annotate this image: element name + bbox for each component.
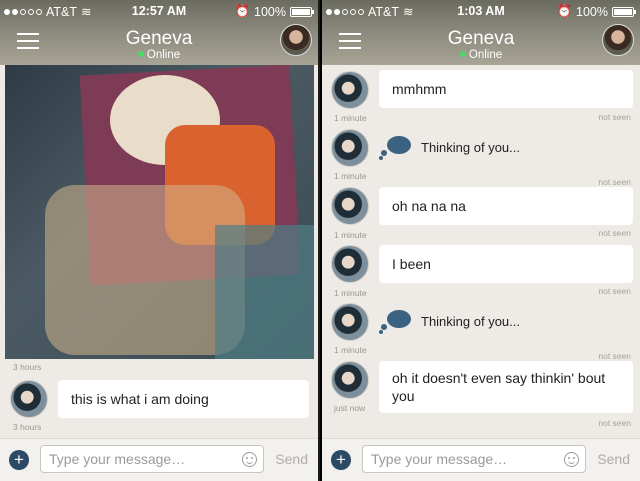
sender-avatar[interactable] — [331, 245, 369, 283]
thought-cloud-icon — [379, 308, 411, 334]
add-attachment-button[interactable]: + — [331, 450, 351, 470]
contact-name: Geneva — [447, 28, 515, 49]
message-bubble[interactable]: I been — [379, 245, 633, 283]
message-timestamp: 1 minute — [334, 171, 367, 181]
read-status: not seen — [598, 286, 631, 296]
online-dot-icon — [137, 51, 144, 57]
send-button[interactable]: Send — [597, 451, 630, 467]
contact-avatar[interactable] — [602, 24, 634, 56]
message-timestamp: 1 minute — [334, 345, 367, 355]
read-status: not seen — [598, 112, 631, 122]
battery-icon — [612, 6, 636, 17]
sender-avatar[interactable] — [331, 129, 369, 167]
thought-cloud-icon — [379, 134, 411, 160]
message-timestamp: 1 minute — [334, 113, 367, 123]
message-bubble[interactable]: oh na na na — [379, 187, 633, 225]
contact-name: Geneva — [125, 28, 193, 49]
message-composer: + Type your message… Send — [322, 438, 640, 481]
chat-header: AT&T ≋ 1:03 AM ⏰ 100% Geneva Online — [322, 0, 640, 65]
message-text: I been — [392, 256, 431, 272]
thinking-message[interactable]: Thinking of you... — [379, 308, 520, 334]
phone-screen-left: AT&T ≋ 12:57 AM ⏰ 100% Geneva Online 3 h… — [0, 0, 318, 481]
emoji-icon[interactable] — [564, 452, 579, 467]
battery-percent: 100% — [576, 4, 608, 19]
message-text: oh na na na — [392, 198, 466, 214]
phone-screen-right: AT&T ≋ 1:03 AM ⏰ 100% Geneva Online mmhm… — [322, 0, 640, 481]
battery-icon — [290, 6, 314, 17]
thinking-message[interactable]: Thinking of you... — [379, 134, 520, 160]
comparison-stage: AT&T ≋ 12:57 AM ⏰ 100% Geneva Online 3 h… — [0, 0, 640, 481]
status-right: ⏰ 100% — [234, 4, 314, 19]
read-status: not seen — [598, 351, 631, 361]
read-status: not seen — [598, 418, 631, 428]
message-composer: + Type your message… Send — [0, 438, 318, 481]
send-button[interactable]: Send — [275, 451, 308, 467]
message-timestamp: 1 minute — [334, 288, 367, 298]
shared-photo[interactable] — [5, 65, 314, 359]
message-text: oh it doesn't even say thinkin' bout you — [392, 370, 606, 404]
presence-label: Online — [146, 49, 181, 61]
photo-timestamp: 3 hours — [13, 362, 42, 372]
battery-percent: 100% — [254, 4, 286, 19]
message-input[interactable]: Type your message… — [362, 445, 586, 473]
online-dot-icon — [459, 51, 466, 57]
message-timestamp: 1 minute — [334, 230, 367, 240]
presence-status: Online — [0, 49, 318, 61]
emoji-icon[interactable] — [242, 452, 257, 467]
message-bubble[interactable]: oh it doesn't even say thinkin' bout you — [379, 361, 633, 413]
message-input-placeholder: Type your message… — [49, 451, 186, 467]
message-timestamp: just now — [334, 403, 366, 413]
sender-avatar[interactable] — [331, 361, 369, 399]
sender-avatar[interactable] — [10, 380, 48, 418]
message-timestamp: 3 hours — [13, 422, 42, 432]
message-text: this is what i am doing — [71, 391, 209, 407]
status-bar: AT&T ≋ 1:03 AM ⏰ 100% — [322, 2, 640, 20]
status-bar: AT&T ≋ 12:57 AM ⏰ 100% — [0, 2, 318, 20]
sender-avatar[interactable] — [331, 187, 369, 225]
message-bubble[interactable]: mmhmm — [379, 70, 633, 108]
sender-avatar[interactable] — [331, 71, 369, 109]
sender-avatar[interactable] — [331, 303, 369, 341]
screen-divider — [318, 0, 320, 481]
alarm-icon: ⏰ — [556, 4, 573, 18]
read-status: not seen — [598, 177, 631, 187]
read-status: not seen — [598, 228, 631, 238]
contact-avatar[interactable] — [280, 24, 312, 56]
chat-header: AT&T ≋ 12:57 AM ⏰ 100% Geneva Online — [0, 0, 318, 65]
alarm-icon: ⏰ — [234, 4, 251, 18]
message-text: Thinking of you... — [421, 139, 520, 155]
presence-label: Online — [468, 49, 503, 61]
message-input-placeholder: Type your message… — [371, 451, 508, 467]
message-input[interactable]: Type your message… — [40, 445, 264, 473]
message-bubble[interactable]: this is what i am doing — [58, 380, 309, 418]
add-attachment-button[interactable]: + — [9, 450, 29, 470]
presence-status: Online — [322, 49, 640, 61]
message-text: mmhmm — [392, 81, 447, 97]
status-right: ⏰ 100% — [556, 4, 636, 19]
message-text: Thinking of you... — [421, 313, 520, 329]
